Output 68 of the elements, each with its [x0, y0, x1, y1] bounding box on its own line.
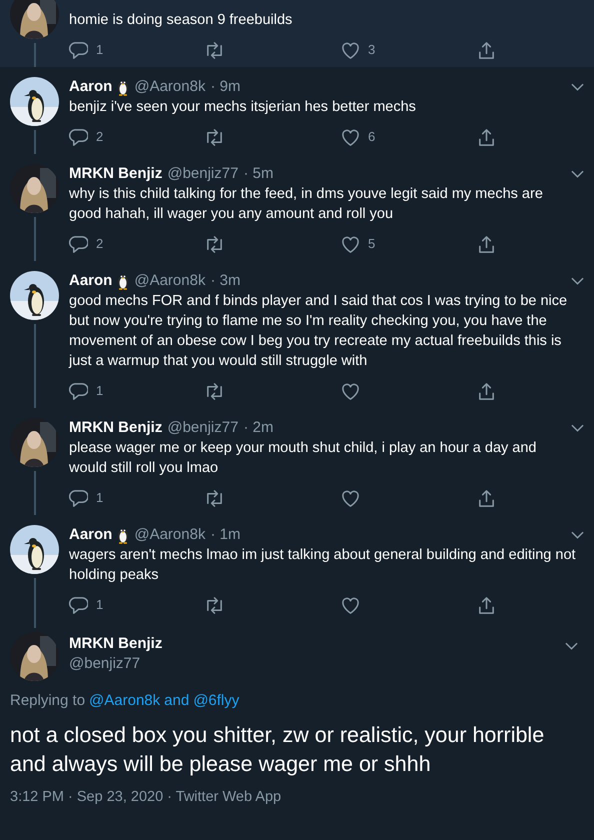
author-name[interactable]: MRKN Benjiz — [69, 416, 162, 440]
reply-count: 2 — [96, 128, 104, 146]
like-icon[interactable] — [341, 596, 360, 614]
retweet-icon[interactable] — [205, 596, 224, 614]
tweet-text: why is this child talking for the feed, in dms youve legit said my mechs are good hahah, ill wager you any amount and roll you — [69, 185, 544, 224]
author-name[interactable]: MRKN Benjiz — [69, 634, 565, 654]
share-icon[interactable] — [477, 488, 496, 508]
reply-count: 1 — [96, 596, 104, 614]
author-handle[interactable]: @benjiz77 — [167, 416, 238, 440]
author-handle[interactable]: @benjiz77 — [167, 162, 238, 186]
tweet-text: wagers aren't mechs lmao im just talking about general building and editing not holding peaks — [69, 546, 577, 585]
like-icon[interactable] — [341, 382, 360, 400]
share-icon[interactable] — [477, 382, 496, 400]
author-name[interactable]: MRKN Benjiz — [69, 162, 162, 186]
tweet-text: please wager me or keep your mouth shut child, i play an hour a day and would still roll you lmao — [69, 439, 538, 478]
chevron-down-icon[interactable] — [571, 277, 584, 285]
tweet-time[interactable]: · 5m — [243, 162, 274, 186]
like-count: 5 — [368, 235, 376, 254]
replying-label: Replying to — [10, 691, 86, 711]
share-icon[interactable] — [477, 128, 496, 146]
share-icon[interactable] — [477, 40, 496, 60]
chevron-down-icon[interactable] — [571, 531, 584, 539]
reply-icon[interactable] — [69, 488, 88, 508]
reply-count: 1 — [96, 382, 104, 400]
reply-icon[interactable] — [69, 596, 88, 614]
retweet-icon[interactable] — [205, 40, 224, 60]
author-name[interactable]: Aaron — [69, 76, 112, 98]
reply-icon[interactable] — [69, 128, 88, 146]
tweet-text: good mechs FOR and f binds player and I said that cos I was trying to be nice but now you're trying to flame me so I'm reality checking you, you have the movement of an obese cow I beg you try recreate my actual freebuilds this is just a warmup that you would still struggle with — [69, 292, 568, 371]
tweet-time[interactable]: · 9m — [210, 76, 240, 98]
tweet-time[interactable]: · 3m — [210, 270, 240, 292]
author-name[interactable]: Aaron — [69, 524, 112, 546]
retweet-icon[interactable] — [205, 234, 224, 254]
reply-count: 1 — [96, 41, 104, 60]
chevron-down-icon[interactable] — [571, 170, 584, 178]
retweet-icon[interactable] — [205, 382, 224, 400]
reply-icon[interactable] — [69, 234, 88, 254]
share-icon[interactable] — [477, 596, 496, 614]
tweet-time[interactable]: · 2m — [243, 416, 274, 440]
tweet-timestamp: 3:12 PM · Sep 23, 2020 · Twitter Web App — [10, 788, 282, 807]
chevron-down-icon[interactable] — [571, 424, 584, 432]
author-handle[interactable]: @Aaron8k — [134, 76, 206, 98]
reply-icon[interactable] — [69, 40, 88, 60]
like-icon[interactable] — [341, 234, 360, 254]
tweet-text: not a closed box you shitter, zw or realistic, your horrible and always will be please wager me or shhh — [10, 722, 546, 778]
tweet-time[interactable]: · 1m — [210, 524, 240, 546]
reply-count: 2 — [96, 235, 104, 254]
replying-joiner: and — [164, 691, 190, 711]
mention-link[interactable]: @Aaron8k — [89, 691, 160, 711]
author-handle[interactable]: @benjiz77 — [69, 654, 565, 674]
tweet-text: benjiz i've seen your mechs itsjerian hes better mechs — [69, 98, 417, 117]
mention-link[interactable]: @6flyy — [193, 691, 240, 711]
reply-icon[interactable] — [69, 382, 88, 400]
chevron-down-icon[interactable] — [571, 83, 584, 91]
like-icon[interactable] — [341, 128, 360, 146]
author-handle[interactable]: @Aaron8k — [134, 270, 206, 292]
retweet-icon[interactable] — [205, 128, 224, 146]
like-icon[interactable] — [341, 40, 360, 60]
like-icon[interactable] — [341, 488, 360, 508]
like-count: 6 — [368, 128, 376, 146]
reply-count: 1 — [96, 489, 104, 508]
like-count: 3 — [368, 41, 376, 60]
share-icon[interactable] — [477, 234, 496, 254]
author-name[interactable]: Aaron — [69, 270, 112, 292]
chevron-down-icon[interactable] — [565, 642, 578, 650]
retweet-icon[interactable] — [205, 488, 224, 508]
tweet-text: homie is doing season 9 freebuilds — [69, 11, 294, 30]
author-handle[interactable]: @Aaron8k — [134, 524, 206, 546]
